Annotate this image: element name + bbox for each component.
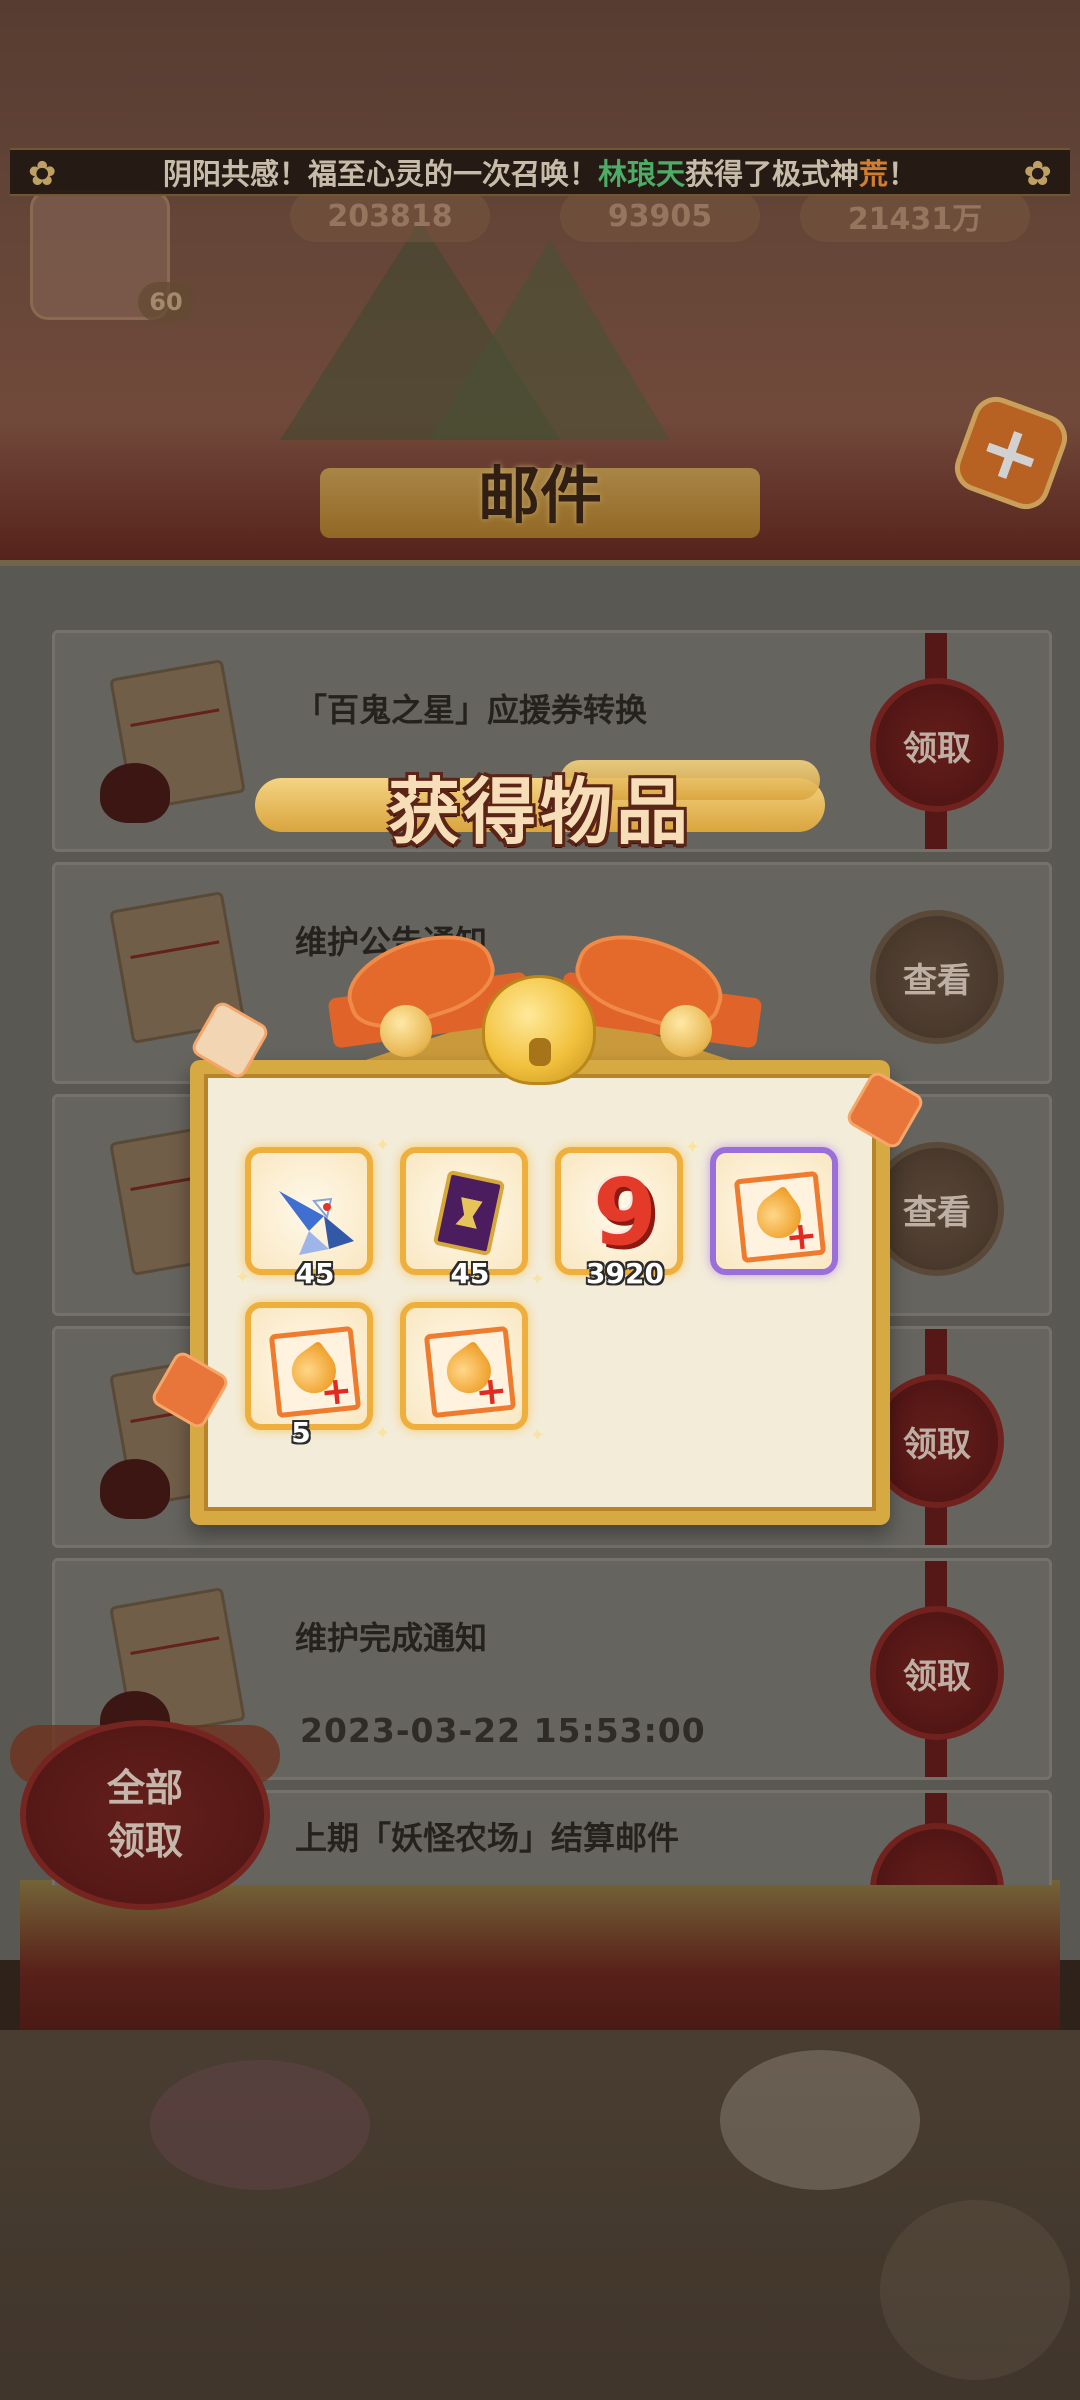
sparkle-icon: ✦ <box>685 1137 701 1158</box>
reward-item[interactable] <box>400 1302 528 1430</box>
purple-talisman-icon <box>432 1169 506 1257</box>
paper-crane-icon <box>279 1191 354 1255</box>
bell-icon <box>482 975 596 1085</box>
gouyu-nine-icon: 9 <box>592 1159 657 1266</box>
sparkle-icon: ✦ <box>235 1267 251 1288</box>
reward-count: 45 <box>450 1257 490 1290</box>
reward-item[interactable]: 45 <box>245 1147 373 1290</box>
exp-card-icon <box>733 1170 827 1264</box>
sparkle-icon: ✦ <box>375 1135 391 1156</box>
reward-grid: 45 45 9 3920 5 ✦ ✦ ✦ ✦ ✦ ✦ <box>235 1135 845 1477</box>
sparkle-icon: ✦ <box>375 1423 391 1444</box>
reward-popup-title: 获得物品 <box>387 769 692 854</box>
reward-item[interactable]: 5 <box>245 1302 373 1449</box>
sparkle-icon: ✦ <box>530 1269 546 1290</box>
reward-count: 45 <box>295 1257 335 1290</box>
bell-ball-icon <box>660 1005 712 1057</box>
sparkle-icon: ✦ <box>530 1425 546 1446</box>
reward-item[interactable]: 45 <box>400 1147 528 1290</box>
reward-item[interactable]: 9 3920 <box>555 1147 683 1290</box>
reward-count: 3920 <box>586 1257 664 1290</box>
exp-card-icon <box>423 1325 517 1419</box>
bell-ball-icon <box>380 1005 432 1057</box>
reward-count: 5 <box>291 1416 311 1449</box>
exp-card-icon <box>268 1325 362 1419</box>
reward-item[interactable] <box>710 1147 838 1275</box>
